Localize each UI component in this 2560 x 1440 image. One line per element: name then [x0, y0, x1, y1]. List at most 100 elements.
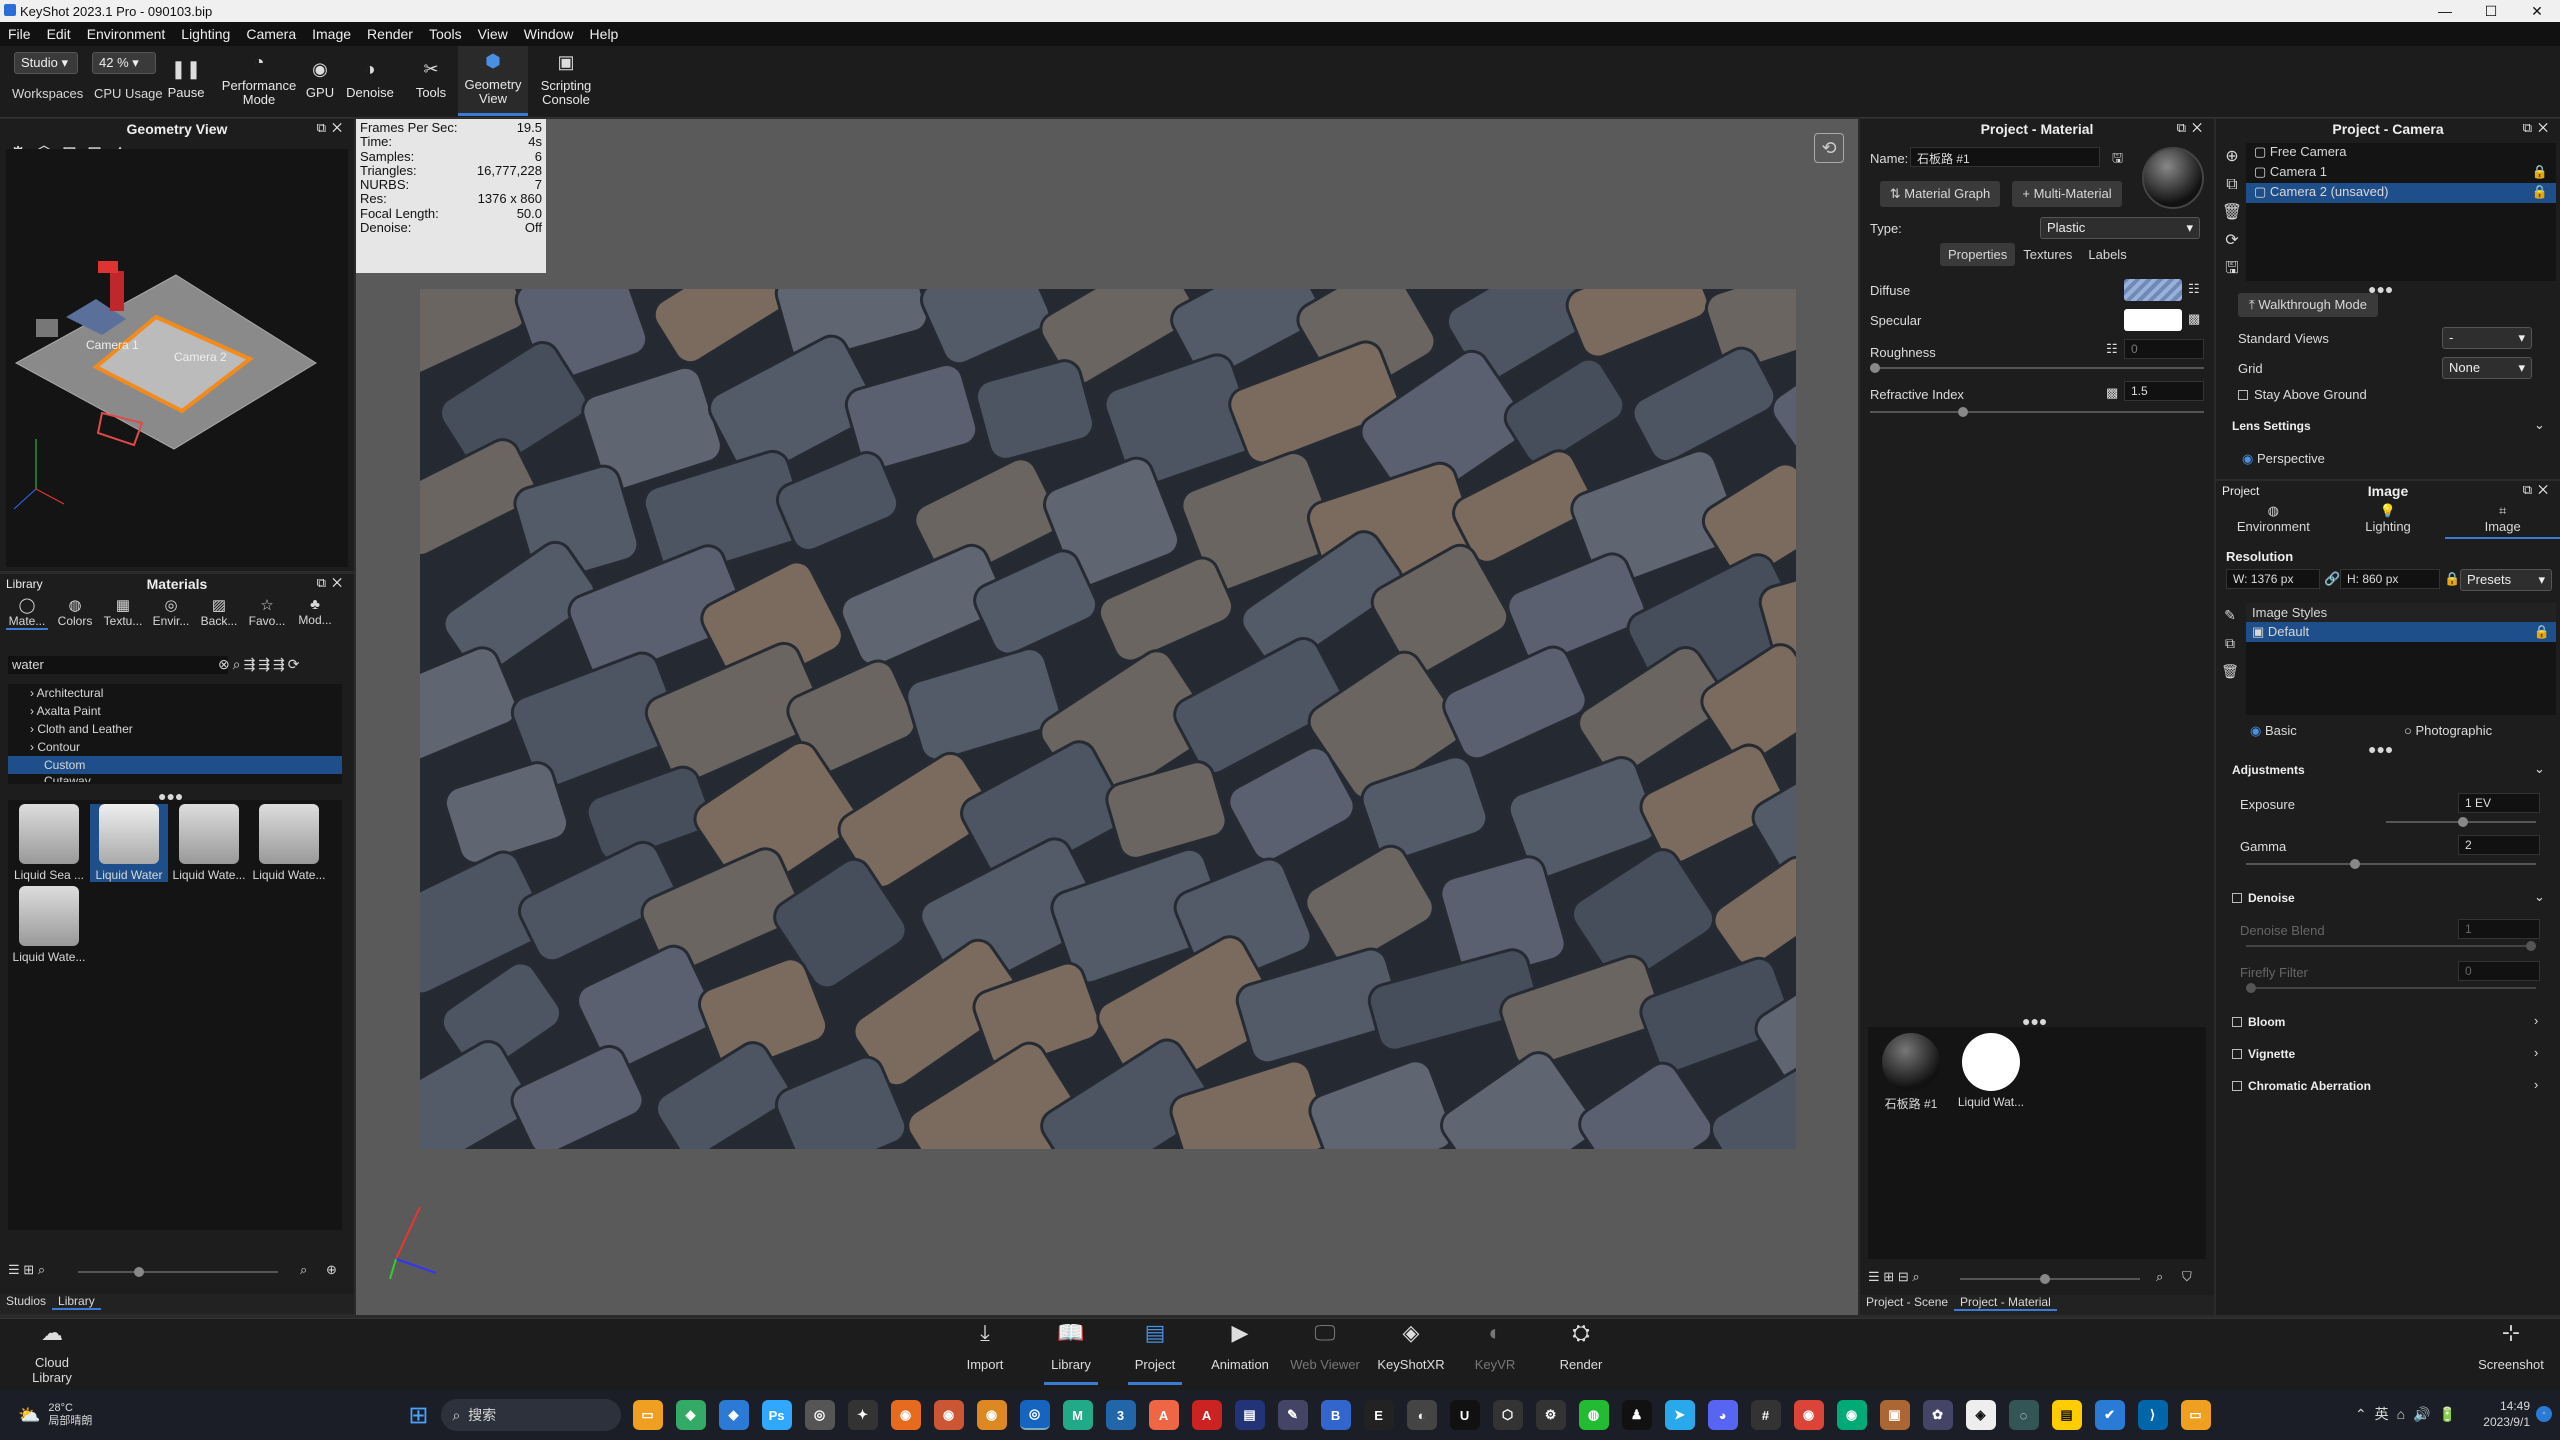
screenshot-button[interactable]: ⊹ Screenshot	[2476, 1322, 2546, 1385]
perspective-radio[interactable]: ◉ Perspective	[2242, 451, 2325, 467]
chevron-down-icon[interactable]: ⌄	[2534, 417, 2545, 433]
app-icon[interactable]: ✦	[847, 1400, 878, 1430]
tab-textures[interactable]: ▦ Textu...	[102, 596, 144, 630]
system-tray[interactable]: ⌃英⌂🔊🔋	[2355, 1404, 2464, 1424]
tree-item-cutaway[interactable]: Cutaway	[8, 774, 342, 782]
app-icon[interactable]: ◆	[718, 1400, 749, 1430]
acrobat-icon[interactable]: A	[1191, 1400, 1222, 1430]
thumb-liquid-water-3[interactable]: Liquid Wate...	[250, 804, 328, 882]
file-explorer-icon[interactable]: ▭	[632, 1400, 663, 1430]
menu-environment[interactable]: Environment	[79, 26, 174, 42]
duplicate-style-icon[interactable]: ⧉	[2220, 629, 2240, 657]
slider-knob[interactable]	[1958, 407, 1968, 417]
app-icon[interactable]: ✿	[1922, 1400, 1953, 1430]
app-icon[interactable]: ◈	[1965, 1400, 1996, 1430]
app-icon[interactable]: ◉	[933, 1400, 964, 1430]
camera-item-free[interactable]: ▢ Free Camera	[2246, 143, 2556, 163]
chevron-right-icon[interactable]: ›	[2534, 1013, 2538, 1028]
save-material-icon[interactable]: 🖫	[2112, 149, 2123, 171]
wechat-icon[interactable]: ◍	[1578, 1400, 1609, 1430]
menu-tools[interactable]: Tools	[421, 26, 470, 42]
filter-icon[interactable]: ⛉	[2182, 1269, 2192, 1285]
panel-float-close-icons[interactable]: ⧉✕	[2523, 482, 2554, 498]
photographic-radio[interactable]: ○ Photographic	[2404, 723, 2492, 738]
tree-item-axalta[interactable]: › Axalta Paint	[8, 702, 342, 720]
menu-help[interactable]: Help	[582, 26, 627, 42]
app-icon[interactable]: ◉	[976, 1400, 1007, 1430]
zoom-select[interactable]: 42 % ▾	[92, 52, 156, 74]
sticky-notes-icon[interactable]: ▤	[2051, 1400, 2082, 1430]
edge-icon[interactable]: ◉	[1836, 1400, 1867, 1430]
adjustments-header[interactable]: Adjustments	[2232, 763, 2305, 777]
specular-color-swatch[interactable]	[2124, 309, 2182, 331]
app-icon[interactable]: ⬡	[1492, 1400, 1523, 1430]
exposure-input[interactable]: 1 EV	[2458, 793, 2540, 813]
tab-textures[interactable]: Textures	[2015, 243, 2080, 266]
maximize-button[interactable]: ☐	[2468, 0, 2514, 22]
menu-view[interactable]: View	[470, 26, 516, 42]
folder-icon[interactable]: ▭	[2180, 1400, 2211, 1430]
material-type-select[interactable]: Plastic ▾	[2040, 217, 2200, 239]
chevron-down-icon[interactable]: ⌄	[2534, 889, 2545, 905]
texture-settings-icon[interactable]: ☷	[2188, 281, 2200, 297]
basic-radio[interactable]: ◉ Basic	[2250, 723, 2297, 739]
reset-camera-icon[interactable]: ⟳	[2220, 227, 2244, 255]
tab-backplates[interactable]: ▨ Back...	[198, 596, 240, 630]
height-input[interactable]: H: 860 px	[2340, 569, 2440, 589]
thumb-liquid-water[interactable]: Liquid Water	[90, 804, 168, 882]
tab-lighting[interactable]: 💡 Lighting	[2331, 503, 2446, 539]
chevron-right-icon[interactable]: ›	[2534, 1045, 2538, 1060]
panel-float-close-icons[interactable]: ⧉✕	[2523, 120, 2554, 136]
tab-properties[interactable]: Properties	[1940, 243, 2016, 266]
vscode-icon[interactable]: ⟩	[2137, 1400, 2168, 1430]
tree-item-contour[interactable]: › Contour	[8, 738, 342, 756]
menu-camera[interactable]: Camera	[238, 26, 304, 42]
presets-select[interactable]: Presets ▾	[2460, 569, 2552, 591]
tab-project-material[interactable]: Project - Material	[1954, 1295, 2057, 1311]
photoshop-icon[interactable]: Ps	[761, 1400, 792, 1430]
library-button[interactable]: 📖 Library	[1044, 1322, 1098, 1385]
tab-labels[interactable]: Labels	[2080, 243, 2134, 266]
roughness-input[interactable]: 0	[2124, 339, 2204, 359]
render-viewport[interactable]: Frames Per Sec: 19.5 Time: 4s Samples: 6 Tr…	[356, 119, 1858, 1315]
notification-icon[interactable]: ◦	[2536, 1406, 2552, 1422]
app-icon[interactable]: ◐	[1406, 1400, 1437, 1430]
material-preview-sphere[interactable]	[2142, 147, 2204, 209]
tab-models[interactable]: ♣ Mod...	[294, 596, 336, 630]
tree-item-cloth[interactable]: › Cloth and Leather	[8, 720, 342, 738]
walkthrough-mode-button[interactable]: ⤒ Walkthrough Mode	[2238, 293, 2378, 317]
tab-library[interactable]: Library	[52, 1294, 101, 1310]
cloud-library-button[interactable]: ☁ Cloud Library	[24, 1322, 80, 1386]
thumb-liquid-sea[interactable]: Liquid Sea ...	[10, 804, 88, 882]
app-icon[interactable]: 3	[1105, 1400, 1136, 1430]
slider-knob[interactable]	[2458, 817, 2468, 827]
list-view-icon[interactable]: ☰	[8, 1262, 20, 1277]
app-icon[interactable]: ▤	[1234, 1400, 1265, 1430]
vignette-toggle[interactable]: Vignette	[2232, 1047, 2295, 1061]
save-camera-icon[interactable]: 🖫	[2220, 255, 2244, 283]
menu-lighting[interactable]: Lighting	[173, 26, 238, 42]
denoise-blend-input[interactable]: 1	[2458, 919, 2540, 939]
firefly-filter-slider[interactable]	[2246, 983, 2536, 993]
thumb-size-slider[interactable]	[78, 1267, 278, 1277]
weather-icon[interactable]: ⛅	[18, 1405, 40, 1426]
thumb-liquid-water-4[interactable]: Liquid Wate...	[10, 886, 88, 964]
blender-icon[interactable]: ◉	[890, 1400, 921, 1430]
app-icon[interactable]: M	[1062, 1400, 1093, 1430]
delete-style-icon[interactable]: 🗑	[2220, 657, 2240, 685]
lens-settings-header[interactable]: Lens Settings	[2232, 419, 2311, 433]
search-tools-icons[interactable]: ⊗⌕⇶⇶⇶⟳	[218, 656, 303, 673]
denoise-button[interactable]: ◑ Denoise	[342, 46, 398, 116]
panel-float-close-icons[interactable]: ⧉✕	[317, 120, 348, 136]
chromatic-aberration-toggle[interactable]: Chromatic Aberration	[2232, 1079, 2371, 1093]
zoom-in-icon[interactable]: ⌕	[2156, 1269, 2163, 1285]
slider-knob[interactable]	[134, 1267, 144, 1277]
grid-view-icon[interactable]: ⊞	[1883, 1269, 1894, 1284]
slider-knob[interactable]	[2246, 983, 2256, 993]
clock[interactable]: 14:49 2023/9/1	[2483, 1398, 2530, 1430]
weather-widget[interactable]: 28°C 局部晴朗	[48, 1402, 118, 1428]
gamma-slider[interactable]	[2246, 859, 2536, 869]
zoom-in-icon[interactable]: ⌕	[300, 1262, 307, 1278]
workspace-select[interactable]: Studio ▾	[14, 52, 78, 74]
import-button[interactable]: ⤓ Import	[960, 1322, 1010, 1385]
